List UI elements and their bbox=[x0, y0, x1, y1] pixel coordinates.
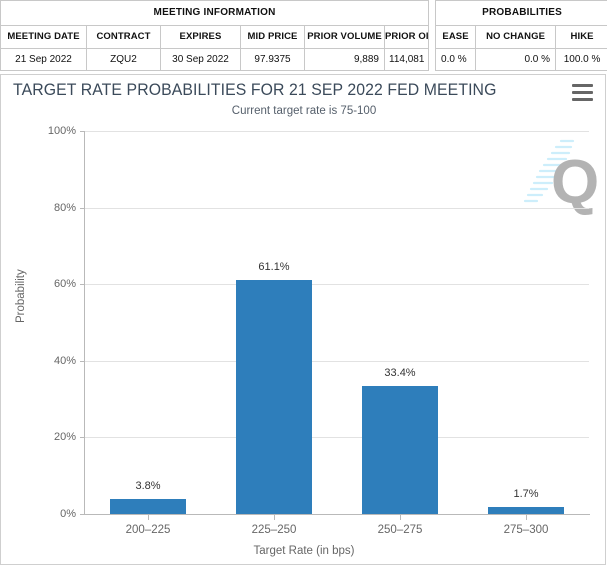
y-axis-tick-label: 40% bbox=[53, 354, 76, 367]
cell-ease: 0.0 % bbox=[435, 48, 477, 71]
y-axis-tick-label: 100% bbox=[47, 125, 76, 137]
y-axis-tick-label: 80% bbox=[53, 201, 76, 214]
chart-subtitle: Current target rate is 75-100 bbox=[231, 105, 377, 117]
cell-prior-volume: 9,889 bbox=[304, 48, 385, 71]
y-axis-tick bbox=[80, 284, 85, 286]
y-axis-label: Probability bbox=[15, 269, 27, 323]
gridline bbox=[85, 284, 589, 286]
column-header-hike: HIKE bbox=[555, 25, 607, 49]
y-axis-tick bbox=[80, 437, 85, 439]
x-axis-label: Target Rate (in bps) bbox=[253, 545, 355, 557]
cell-no-change: 0.0 % bbox=[475, 48, 557, 71]
x-axis-tick bbox=[526, 514, 527, 520]
column-header-mid-price: MID PRICE bbox=[240, 25, 305, 49]
cell-meeting-date: 21 Sep 2022 bbox=[0, 48, 87, 71]
column-header-prior-volume: PRIOR VOLUME bbox=[304, 25, 385, 49]
meeting-information-table: MEETING INFORMATION MEETING DATE CONTRAC… bbox=[0, 0, 430, 71]
column-header-no-change: NO CHANGE bbox=[475, 25, 557, 49]
x-axis-tick-label: 200–225 bbox=[125, 524, 171, 536]
cell-prior-oi: 114,081 bbox=[383, 48, 430, 71]
y-axis-tick bbox=[80, 131, 85, 132]
y-axis-tick bbox=[80, 207, 85, 209]
hamburger-bar bbox=[572, 91, 593, 94]
page-title: TARGET RATE PROBABILITIES FOR 21 SEP 202… bbox=[13, 80, 497, 99]
bar-value-label: 61.1% bbox=[258, 260, 290, 273]
summary-tables: MEETING INFORMATION MEETING DATE CONTRAC… bbox=[0, 0, 607, 72]
bar[interactable] bbox=[236, 279, 312, 514]
column-header-contract: CONTRACT bbox=[86, 25, 161, 49]
table-row: 0.0 % 0.0 % 100.0 % bbox=[435, 48, 607, 71]
gridline bbox=[85, 437, 589, 439]
bar-value-label: 3.8% bbox=[135, 480, 161, 493]
gridline bbox=[85, 131, 589, 132]
column-header-prior-oi: PRIOR OI bbox=[383, 25, 430, 49]
column-header-meeting-date: MEETING DATE bbox=[0, 25, 87, 49]
meeting-information-group-header: MEETING INFORMATION bbox=[0, 0, 430, 26]
table-row: 21 Sep 2022 ZQU2 30 Sep 2022 97.9375 9,8… bbox=[0, 48, 430, 71]
x-axis-tick-label: 225–250 bbox=[251, 524, 297, 536]
bar-value-label: 33.4% bbox=[384, 367, 416, 380]
y-axis-tick-label: 60% bbox=[53, 278, 76, 291]
cell-hike: 100.0 % bbox=[555, 48, 607, 71]
chart-panel: TARGET RATE PROBABILITIES FOR 21 SEP 202… bbox=[0, 74, 606, 565]
x-axis-line bbox=[84, 514, 590, 515]
x-axis-tick bbox=[274, 514, 275, 520]
gridline bbox=[85, 360, 589, 362]
probabilities-table: PROBABILITIES EASE NO CHANGE HIKE 0.0 % … bbox=[435, 0, 607, 71]
cell-mid-price: 97.9375 bbox=[240, 48, 305, 71]
cell-expires: 30 Sep 2022 bbox=[160, 48, 241, 71]
y-axis-tick-label: 0% bbox=[60, 508, 76, 520]
bar[interactable] bbox=[362, 386, 438, 514]
cell-contract: ZQU2 bbox=[86, 48, 161, 71]
y-axis-line bbox=[84, 131, 85, 515]
y-axis-tick-label: 20% bbox=[53, 431, 76, 444]
y-axis-tick bbox=[80, 360, 85, 362]
bar[interactable] bbox=[488, 507, 564, 514]
gridline bbox=[85, 207, 589, 209]
bar-value-label: 1.7% bbox=[513, 488, 539, 501]
column-header-expires: EXPIRES bbox=[160, 25, 241, 49]
bar[interactable] bbox=[110, 499, 186, 514]
hamburger-bar bbox=[572, 98, 593, 101]
plot-area: 0% 20% 40% 60% 80% 100% 3.8% 200–225 61.1% 225–25… bbox=[48, 125, 590, 536]
x-axis-tick bbox=[400, 514, 401, 520]
hamburger-bar bbox=[572, 84, 593, 87]
probabilities-group-header: PROBABILITIES bbox=[435, 0, 607, 26]
x-axis-tick-label: 250–275 bbox=[377, 524, 423, 536]
hamburger-menu-icon[interactable] bbox=[572, 84, 593, 101]
y-axis-tick bbox=[80, 514, 85, 515]
x-axis-tick-label: 275–300 bbox=[503, 524, 549, 536]
x-axis-tick bbox=[148, 514, 149, 520]
column-header-ease: EASE bbox=[435, 25, 477, 49]
